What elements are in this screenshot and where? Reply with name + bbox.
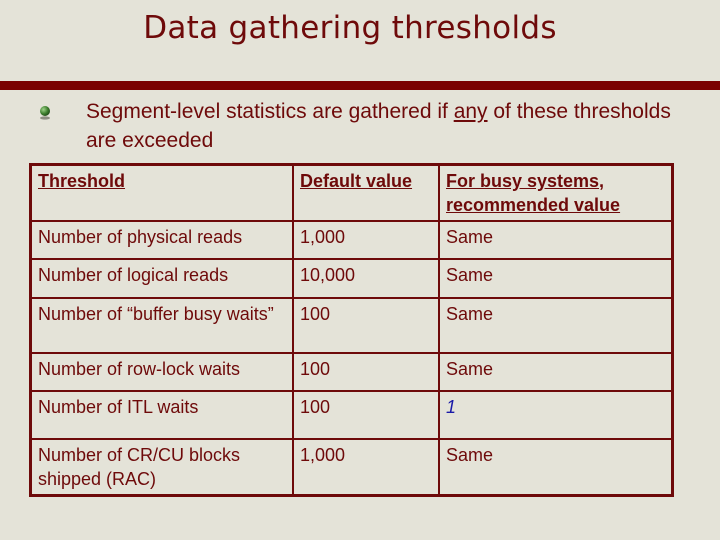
table-row: Number of physical reads 1,000 Same — [29, 219, 674, 260]
bullet-text-emphasis: any — [453, 100, 488, 123]
default-cell: 1,000 — [292, 437, 440, 497]
recommended-cell: Same — [438, 351, 674, 392]
table-header-row: Threshold Default value For busy systems… — [29, 163, 674, 222]
threshold-cell: Number of logical reads — [29, 257, 294, 299]
bullet-text: Segment-level statistics are gathered if… — [86, 97, 686, 155]
threshold-cell: Number of row-lock waits — [29, 351, 294, 392]
default-cell: 10,000 — [292, 257, 440, 299]
default-cell: 100 — [292, 296, 440, 354]
header-default-value: Default value — [292, 163, 440, 222]
table-row: Number of CR/CU blocks shipped (RAC) 1,0… — [29, 437, 674, 497]
recommended-cell: Same — [438, 437, 674, 497]
table-row: Number of “buffer busy waits” 100 Same — [29, 296, 674, 354]
table-row: Number of row-lock waits 100 Same — [29, 351, 674, 392]
bullet-text-before: Segment-level statistics are gathered if — [86, 100, 454, 123]
slide-title: Data gathering thresholds — [143, 10, 557, 46]
table-row: Number of ITL waits 100 1 — [29, 389, 674, 440]
header-threshold: Threshold — [29, 163, 294, 222]
header-recommended-value: For busy systems, recommended value — [438, 163, 674, 222]
default-cell: 100 — [292, 389, 440, 440]
green-globe-bullet-icon — [40, 106, 50, 120]
recommended-cell: Same — [438, 219, 674, 260]
table-row: Number of logical reads 10,000 Same — [29, 257, 674, 299]
thresholds-table: Threshold Default value For busy systems… — [29, 163, 674, 497]
title-divider — [0, 81, 720, 90]
threshold-cell: Number of physical reads — [29, 219, 294, 260]
threshold-cell: Number of ITL waits — [29, 389, 294, 440]
default-cell: 1,000 — [292, 219, 440, 260]
default-cell: 100 — [292, 351, 440, 392]
threshold-cell: Number of CR/CU blocks shipped (RAC) — [29, 437, 294, 497]
recommended-cell: Same — [438, 296, 674, 354]
recommended-cell: Same — [438, 257, 674, 299]
threshold-cell: Number of “buffer busy waits” — [29, 296, 294, 354]
recommended-cell-highlighted: 1 — [438, 389, 674, 440]
